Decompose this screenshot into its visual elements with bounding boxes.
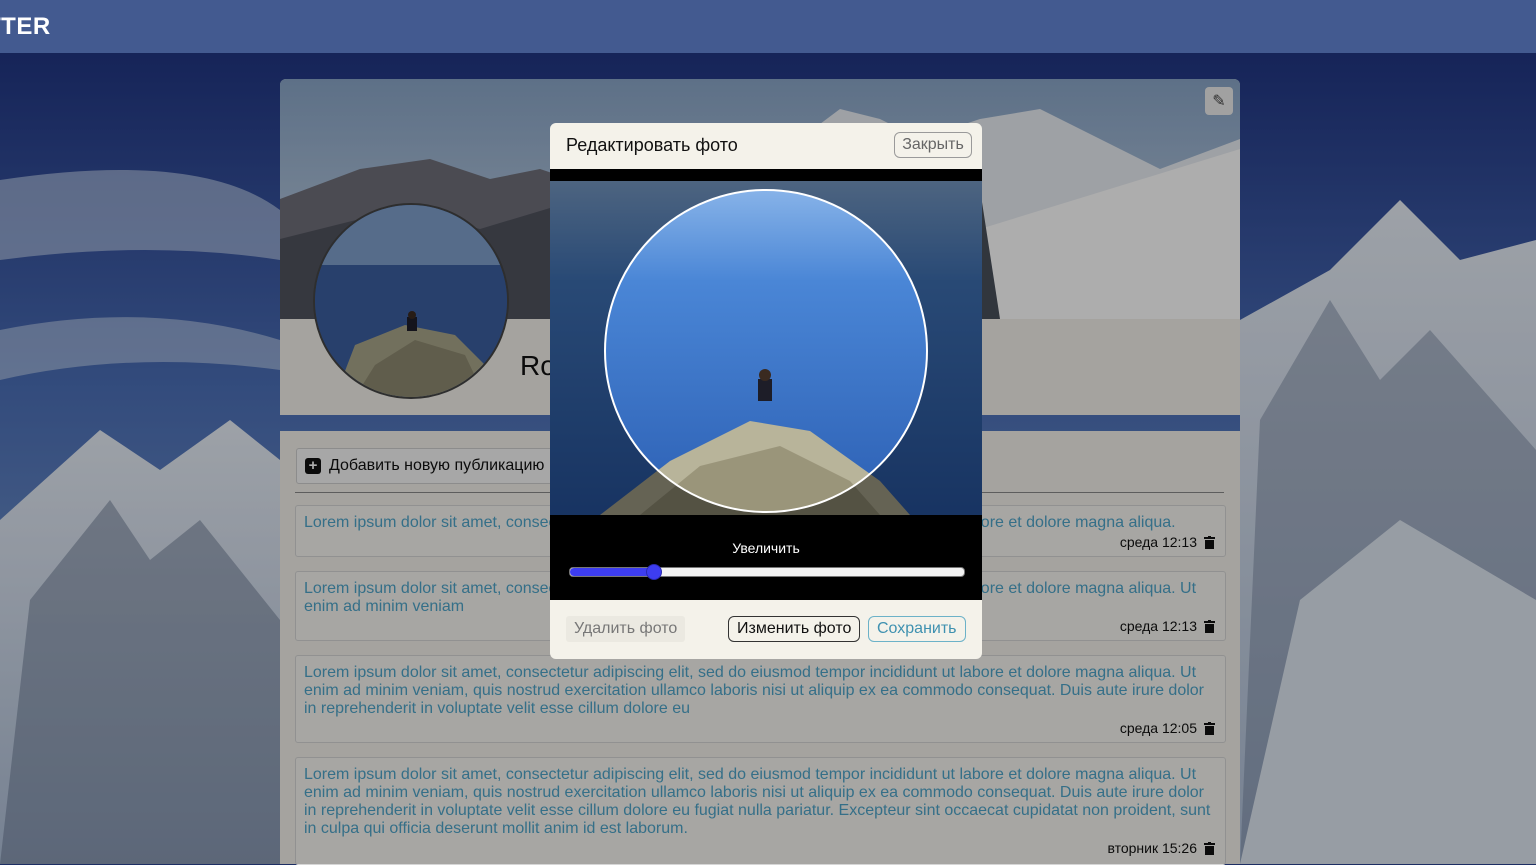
save-button[interactable]: Сохранить — [868, 616, 966, 642]
zoom-slider-fill — [570, 568, 653, 576]
close-button[interactable]: Закрыть — [894, 132, 972, 158]
zoom-slider-thumb[interactable] — [645, 564, 662, 580]
zoom-label: Увеличить — [732, 540, 800, 556]
top-navigation-bar: TTER — [0, 0, 1536, 53]
crop-area[interactable] — [550, 181, 982, 515]
modal-footer: Удалить фото Изменить фото Сохранить — [550, 600, 982, 659]
delete-photo-button[interactable]: Удалить фото — [566, 616, 686, 642]
change-photo-button[interactable]: Изменить фото — [728, 616, 861, 642]
app-logo[interactable]: TTER — [0, 13, 51, 41]
photo-editor: Увеличить — [550, 169, 982, 600]
modal-title: Редактировать фото — [566, 135, 738, 155]
edit-photo-modal: Редактировать фото Закрыть Увеличить Уда… — [550, 123, 982, 659]
zoom-slider[interactable] — [569, 564, 965, 580]
